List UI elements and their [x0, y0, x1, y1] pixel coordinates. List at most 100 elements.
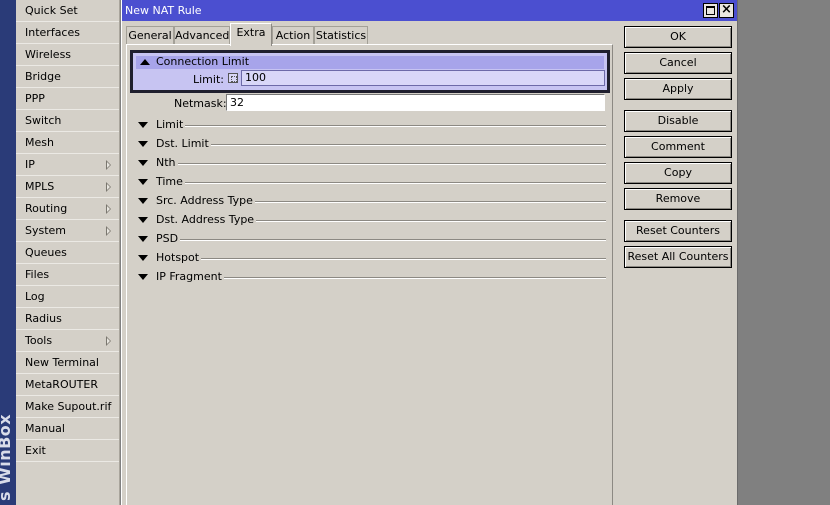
- submenu-arrow-icon: [106, 204, 111, 214]
- section-label: Src. Address Type: [156, 194, 255, 207]
- sidebar-item-quick-set[interactable]: Quick Set: [16, 0, 119, 22]
- tab-statistics[interactable]: Statistics: [314, 26, 368, 45]
- sidebar-item-label: IP: [25, 158, 35, 171]
- expand-triangle-icon[interactable]: [138, 236, 148, 242]
- expand-triangle-icon[interactable]: [138, 179, 148, 185]
- sidebar-item-ppp[interactable]: PPP: [16, 88, 119, 110]
- close-icon: ×: [721, 2, 732, 17]
- submenu-arrow-icon: [106, 182, 111, 192]
- sidebar-item-label: Wireless: [25, 48, 72, 61]
- expand-triangle-icon[interactable]: [138, 198, 148, 204]
- sidebar-item-system[interactable]: System: [16, 220, 119, 242]
- disable-button[interactable]: Disable: [624, 110, 732, 132]
- sidebar-item-label: Manual: [25, 422, 65, 435]
- sidebar-item-files[interactable]: Files: [16, 264, 119, 286]
- sidebar-item-bridge[interactable]: Bridge: [16, 66, 119, 88]
- ok-button[interactable]: OK: [624, 26, 732, 48]
- section-label: Limit: [156, 118, 186, 131]
- nat-rule-window: New NAT Rule × General Advanced Extra Ac…: [121, 0, 738, 505]
- submenu-arrow-icon: [106, 336, 111, 346]
- sidebar-item-label: New Terminal: [25, 356, 99, 369]
- tab-extra[interactable]: Extra: [230, 23, 272, 46]
- section-hotspot[interactable]: Hotspot: [134, 251, 606, 265]
- winbox-vertical-strip: s WinBox: [0, 0, 16, 505]
- sidebar-item-label: MetaROUTER: [25, 378, 98, 391]
- connection-limit-header[interactable]: Connection Limit: [136, 55, 604, 69]
- sidebar-item-queues[interactable]: Queues: [16, 242, 119, 264]
- netmask-input[interactable]: 32: [226, 94, 605, 111]
- sidebar-item-wireless[interactable]: Wireless: [16, 44, 119, 66]
- section-psd[interactable]: PSD: [134, 232, 606, 246]
- reset-all-counters-button[interactable]: Reset All Counters: [624, 246, 732, 268]
- copy-button[interactable]: Copy: [624, 162, 732, 184]
- submenu-arrow-icon: [106, 226, 111, 236]
- sidebar-item-interfaces[interactable]: Interfaces: [16, 22, 119, 44]
- sidebar-item-label: Interfaces: [25, 26, 80, 39]
- comment-button[interactable]: Comment: [624, 136, 732, 158]
- collapse-triangle-icon[interactable]: [140, 59, 150, 65]
- sidebar-item-routing[interactable]: Routing: [16, 198, 119, 220]
- apply-button[interactable]: Apply: [624, 78, 732, 100]
- sidebar-item-label: Quick Set: [25, 4, 78, 17]
- close-button[interactable]: ×: [719, 2, 734, 18]
- sidebar-item-mesh[interactable]: Mesh: [16, 132, 119, 154]
- section-label: Dst. Limit: [156, 137, 211, 150]
- section-divider: [156, 144, 606, 146]
- tab-advanced[interactable]: Advanced: [174, 26, 230, 45]
- expand-triangle-icon[interactable]: [138, 255, 148, 261]
- sidebar-menu: Quick Set Interfaces Wireless Bridge PPP…: [16, 0, 120, 505]
- desktop-background: [739, 0, 830, 505]
- section-divider: [156, 125, 606, 127]
- sidebar-item-log[interactable]: Log: [16, 286, 119, 308]
- section-dst-limit[interactable]: Dst. Limit: [134, 137, 606, 151]
- maximize-icon: [706, 6, 715, 15]
- sidebar-item-label: System: [25, 224, 67, 237]
- netmask-label: Netmask:: [174, 97, 227, 110]
- window-titlebar[interactable]: New NAT Rule ×: [122, 0, 737, 21]
- section-ip-fragment[interactable]: IP Fragment: [134, 270, 606, 284]
- maximize-button[interactable]: [703, 3, 718, 18]
- section-dst-address-type[interactable]: Dst. Address Type: [134, 213, 606, 227]
- sidebar-item-label: Files: [25, 268, 50, 281]
- section-divider: [156, 239, 606, 241]
- sidebar-item-ip[interactable]: IP: [16, 154, 119, 176]
- limit-input[interactable]: 100: [241, 70, 605, 86]
- section-limit[interactable]: Limit: [134, 118, 606, 132]
- expand-triangle-icon[interactable]: [138, 122, 148, 128]
- expand-triangle-icon[interactable]: [138, 274, 148, 280]
- tab-action[interactable]: Action: [272, 26, 314, 45]
- tab-general[interactable]: General: [126, 26, 174, 45]
- section-label: Time: [156, 175, 185, 188]
- sidebar-item-manual[interactable]: Manual: [16, 418, 119, 440]
- limit-negate-checkbox[interactable]: [228, 73, 238, 83]
- sidebar-item-tools[interactable]: Tools: [16, 330, 119, 352]
- sidebar-item-metarouter[interactable]: MetaROUTER: [16, 374, 119, 396]
- sidebar-item-label: Queues: [25, 246, 67, 259]
- section-divider: [156, 182, 606, 184]
- remove-button[interactable]: Remove: [624, 188, 732, 210]
- cancel-button[interactable]: Cancel: [624, 52, 732, 74]
- expand-triangle-icon[interactable]: [138, 141, 148, 147]
- section-nth[interactable]: Nth: [134, 156, 606, 170]
- section-src-address-type[interactable]: Src. Address Type: [134, 194, 606, 208]
- sidebar-item-switch[interactable]: Switch: [16, 110, 119, 132]
- sidebar-item-label: Routing: [25, 202, 68, 215]
- window-title: New NAT Rule: [125, 4, 202, 17]
- sidebar-item-make-supout[interactable]: Make Supout.rif: [16, 396, 119, 418]
- sidebar-item-new-terminal[interactable]: New Terminal: [16, 352, 119, 374]
- sidebar-item-label: Mesh: [25, 136, 54, 149]
- sidebar-item-mpls[interactable]: MPLS: [16, 176, 119, 198]
- sidebar-item-label: Make Supout.rif: [25, 400, 112, 413]
- sidebar-item-exit[interactable]: Exit: [16, 440, 119, 462]
- section-label: Hotspot: [156, 251, 202, 264]
- section-time[interactable]: Time: [134, 175, 606, 189]
- sidebar-item-label: Exit: [25, 444, 46, 457]
- section-label: IP Fragment: [156, 270, 224, 283]
- section-label: PSD: [156, 232, 181, 245]
- expand-triangle-icon[interactable]: [138, 160, 148, 166]
- connection-limit-header-label: Connection Limit: [156, 55, 250, 68]
- reset-counters-button[interactable]: Reset Counters: [624, 220, 732, 242]
- sidebar-item-radius[interactable]: Radius: [16, 308, 119, 330]
- expand-triangle-icon[interactable]: [138, 217, 148, 223]
- sidebar-item-label: Switch: [25, 114, 62, 127]
